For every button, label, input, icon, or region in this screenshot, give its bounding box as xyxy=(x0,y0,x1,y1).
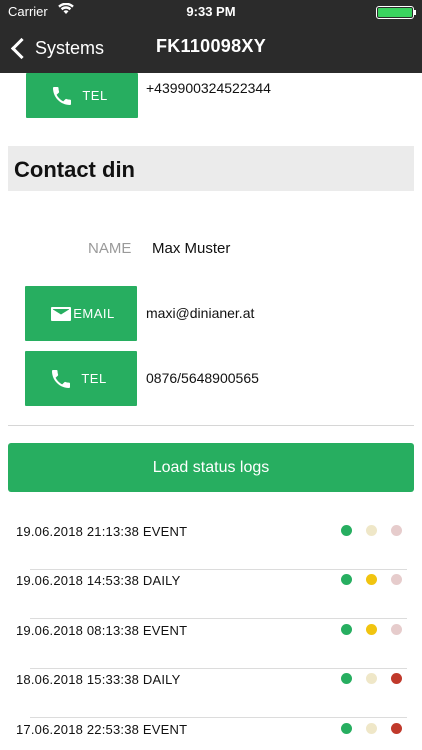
log-entry-text: 19.06.2018 08:13:38 EVENT xyxy=(16,623,188,638)
status-dot-faded-yellow xyxy=(366,673,377,684)
status-dot-faded-red xyxy=(391,624,402,635)
tel-button-label: TEL xyxy=(81,371,107,386)
top-tel-label: TEL xyxy=(82,88,108,103)
mail-icon xyxy=(49,302,73,326)
name-value: Max Muster xyxy=(152,240,231,257)
section-title: Contact din xyxy=(14,157,135,182)
name-label: NAME xyxy=(88,240,132,257)
phone-icon xyxy=(49,367,73,391)
log-row[interactable]: 19.06.2018 14:53:38 DAILY xyxy=(16,573,416,595)
clock: 9:33 PM xyxy=(186,4,236,19)
phone-icon xyxy=(50,84,74,108)
status-dot-faded-yellow xyxy=(366,525,377,536)
status-dot-faded-yellow xyxy=(366,723,377,734)
log-separator xyxy=(30,717,407,718)
status-dot-green xyxy=(341,525,352,536)
tel-button[interactable]: TEL xyxy=(25,351,137,406)
divider xyxy=(8,425,414,426)
log-row[interactable]: 17.06.2018 22:53:38 EVENT xyxy=(16,722,416,744)
status-dot-red xyxy=(391,673,402,684)
log-separator xyxy=(30,668,407,669)
page-title: FK110098XY xyxy=(155,36,267,56)
top-tel-value[interactable]: +439900324522344 xyxy=(146,80,271,96)
email-button[interactable]: EMAIL xyxy=(25,286,137,341)
tel-value[interactable]: 0876/5648900565 xyxy=(146,370,259,386)
log-row[interactable]: 19.06.2018 08:13:38 EVENT xyxy=(16,623,416,645)
status-dot-green xyxy=(341,574,352,585)
log-entry-text: 19.06.2018 14:53:38 DAILY xyxy=(16,573,181,588)
status-dot-green xyxy=(341,624,352,635)
top-tel-button[interactable]: TEL xyxy=(26,73,138,118)
log-entry-text: 18.06.2018 15:33:38 DAILY xyxy=(16,672,181,687)
status-dot-red xyxy=(391,723,402,734)
log-entry-text: 17.06.2018 22:53:38 EVENT xyxy=(16,722,188,737)
section-header: Contact din xyxy=(8,146,414,191)
log-separator xyxy=(30,569,407,570)
log-entry-text: 19.06.2018 21:13:38 EVENT xyxy=(16,524,188,539)
battery-icon xyxy=(376,6,416,19)
load-status-logs-button[interactable]: Load status logs xyxy=(8,443,414,492)
log-row[interactable]: 19.06.2018 21:13:38 EVENT xyxy=(16,524,416,546)
email-value[interactable]: maxi@dinianer.at xyxy=(146,305,254,321)
status-dot-green xyxy=(341,673,352,684)
status-dot-yellow xyxy=(366,624,377,635)
status-dot-faded-red xyxy=(391,525,402,536)
status-dot-faded-red xyxy=(391,574,402,585)
status-dot-yellow xyxy=(366,574,377,585)
log-row[interactable]: 18.06.2018 15:33:38 DAILY xyxy=(16,672,416,694)
email-button-label: EMAIL xyxy=(73,306,115,321)
status-dot-green xyxy=(341,723,352,734)
navigation-header: Carrier 9:33 PM Systems FK110098XY xyxy=(0,0,422,73)
log-separator xyxy=(30,618,407,619)
status-bar: Carrier 9:33 PM xyxy=(0,0,422,24)
